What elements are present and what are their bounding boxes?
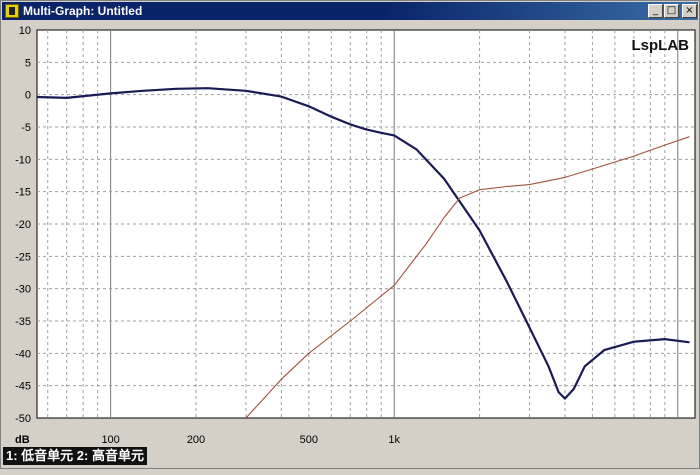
title-bar[interactable]: Multi-Graph: Untitled _ □ × bbox=[2, 2, 698, 20]
status-legend: 1: 低音单元 2: 高音单元 bbox=[3, 447, 147, 465]
y-tick-label: -35 bbox=[15, 316, 31, 328]
x-tick-label: 200 bbox=[187, 434, 205, 446]
unit-label: dB bbox=[15, 434, 30, 446]
graph-panel[interactable]: 10 5 0 -5 -10 -15 -20 -25 -30 -35 -40 -45 -50 100 200 5… bbox=[1, 20, 700, 470]
y-tick-label: -10 bbox=[15, 154, 31, 166]
x-tick-label: 500 bbox=[300, 434, 318, 446]
maximize-button[interactable]: □ bbox=[664, 4, 679, 18]
speaker-icon[interactable] bbox=[5, 4, 19, 18]
y-tick-label: -15 bbox=[15, 187, 31, 199]
window-title: Multi-Graph: Untitled bbox=[23, 4, 143, 18]
y-tick-label: -25 bbox=[15, 251, 31, 263]
y-tick-label: 10 bbox=[19, 25, 31, 37]
minimize-button[interactable]: _ bbox=[648, 4, 663, 18]
y-tick-label: -20 bbox=[15, 219, 31, 231]
frequency-response-plot[interactable]: 10 5 0 -5 -10 -15 -20 -25 -30 -35 -40 -45 -50 100 200 5… bbox=[1, 20, 700, 470]
y-tick-label: -50 bbox=[15, 413, 31, 425]
y-tick-label: -5 bbox=[21, 122, 31, 134]
multi-graph-window: Multi-Graph: Untitled _ □ × 10 5 0 -5 -10 -15… bbox=[0, 0, 700, 469]
lsplab-watermark: LspLAB bbox=[632, 37, 690, 54]
y-tick-label: -45 bbox=[15, 381, 31, 393]
x-tick-label: 100 bbox=[101, 434, 119, 446]
x-tick-label: 1k bbox=[388, 434, 400, 446]
close-button[interactable]: × bbox=[682, 4, 697, 18]
y-tick-label: 5 bbox=[25, 57, 31, 69]
y-tick-label: -30 bbox=[15, 284, 31, 296]
y-tick-label: 0 bbox=[25, 90, 31, 102]
y-tick-label: -40 bbox=[15, 348, 31, 360]
